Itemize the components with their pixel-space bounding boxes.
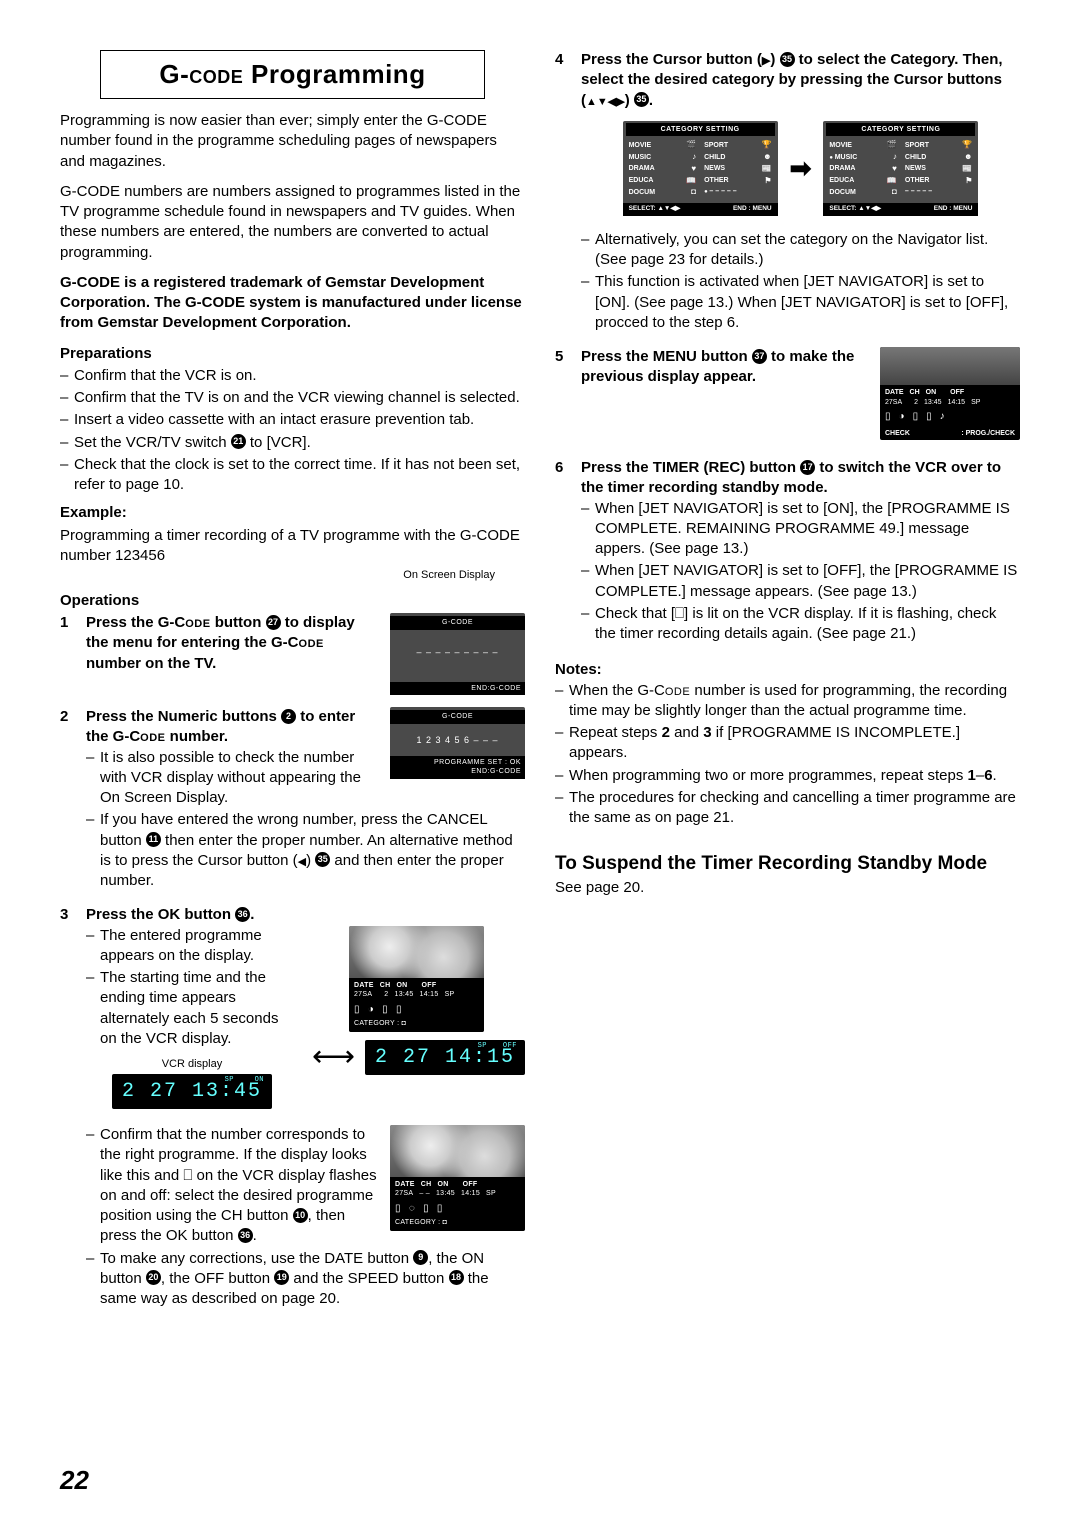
ref-10-icon: 10 (293, 1208, 308, 1223)
category-setting-osd-2: CATEGORY SETTING MOVIE🎬 MUSIC♪ DRAMA♥ ED… (823, 121, 978, 216)
ref-18-icon: 18 (449, 1270, 464, 1285)
check-osd: DATECHONOFF 27SA213:4514:15SP ▯◑▯▯♪ CHEC… (880, 347, 1020, 440)
step-6: 6 Press the TIMER (REC) button 17 to swi… (555, 458, 1020, 646)
list-item: Confirm that the VCR is on. (74, 366, 525, 386)
list-item: It is also possible to check the number … (100, 748, 380, 809)
music-icon: ♪ (692, 152, 696, 163)
list-item: When programming two or more programmes,… (569, 766, 1020, 786)
list-item: The starting time and the ending time ap… (100, 968, 298, 1049)
arrow-icon: ⟷ (308, 1042, 359, 1072)
osd-gcode-empty: G-CODE – – – – – – – – – END:G-CODE (390, 613, 525, 695)
list-item: If you have entered the wrong number, pr… (100, 810, 525, 891)
ref-17-icon: 17 (800, 460, 815, 475)
ref-35-icon: 35 (315, 852, 330, 867)
ref-21-icon: 21 (231, 434, 246, 449)
preparations-heading: Preparations (60, 344, 525, 364)
movie-icon: 🎬 (686, 140, 696, 151)
list-item: To make any corrections, use the DATE bu… (100, 1249, 525, 1310)
step-2-lead: Press the Numeric buttons 2 to enter the… (86, 707, 380, 748)
ref-37-icon: 37 (752, 349, 767, 364)
vcr-display-label: VCR display (86, 1057, 298, 1072)
list-item: Check that the clock is set to the corre… (74, 455, 525, 496)
doc-icon: ▯ (437, 1202, 443, 1216)
ref-2-icon: 2 (281, 709, 296, 724)
step-3-lead: Press the OK button 36. (86, 905, 525, 925)
notes-list: When the G-Code number is used for progr… (555, 681, 1020, 829)
intro-paragraph-2: G-CODE numbers are numbers assigned to p… (60, 182, 525, 263)
ref-36-icon: 36 (235, 907, 250, 922)
ref-35c-icon: 35 (634, 92, 649, 107)
step-4-lead: Press the Cursor button (▶) 35 to select… (581, 50, 1020, 111)
example-text: Programming a timer recording of a TV pr… (60, 526, 525, 567)
step-1: 1 Press the G-Code button 27 to display … (60, 613, 525, 695)
docum-icon: ◘ (691, 187, 696, 198)
other-icon: ⚑ (764, 176, 771, 187)
operations-heading: Operations (60, 591, 525, 611)
example-heading: Example: (60, 503, 525, 523)
osd-caption: On Screen Display (60, 568, 525, 583)
suspend-text: See page 20. (555, 878, 1020, 898)
ref-27-icon: 27 (266, 615, 281, 630)
photo-osd-2: DATECHONOFF 27SA– –13:4514:15SP ▯◌▯▯ CAT… (390, 1125, 525, 1231)
ref-20-icon: 20 (146, 1270, 161, 1285)
suspend-heading: To Suspend the Timer Recording Standby M… (555, 852, 1020, 876)
ref-36b-icon: 36 (238, 1228, 253, 1243)
list-item: Repeat steps 2 and 3 if [PROGRAMME IS IN… (569, 723, 1020, 764)
list-item: Alternatively, you can set the category … (595, 230, 1020, 271)
step-4: 4 Press the Cursor button (▶) 35 to sele… (555, 50, 1020, 335)
list-item: Set the VCR/TV switch 21 to [VCR]. (74, 433, 525, 453)
step-3: 3 Press the OK button 36. The entered pr… (60, 905, 525, 1311)
step-6-lead: Press the TIMER (REC) button 17 to switc… (581, 458, 1020, 499)
list-item: The entered programme appears on the dis… (100, 926, 298, 967)
list-item: When [JET NAVIGATOR] is set to [OFF], th… (595, 561, 1020, 602)
ref-35b-icon: 35 (780, 52, 795, 67)
photo-osd-1: DATECHONOFF 27SA213:4514:15SP ▯◑▯▯ CATEG… (349, 926, 484, 1032)
child-icon: ☻ (763, 152, 771, 163)
osd-gcode-entered: G-CODE 1 2 3 4 5 6 – – – PROGRAMME SET :… (390, 707, 525, 778)
doc-icon: ▯ (395, 1202, 401, 1216)
list-item: Insert a video cassette with an intact e… (74, 410, 525, 430)
vcr-display-off: SP OFF 2 27 14:15 (365, 1040, 525, 1075)
vcr-display-on: SP ON 2 27 13:45 (112, 1074, 272, 1109)
educa-icon: 📖 (686, 176, 696, 187)
drama-icon: ♥ (691, 164, 696, 175)
step-5: 5 Press the MENU button 37 to make the p… (555, 347, 1020, 440)
step-2: 2 Press the Numeric buttons 2 to enter t… (60, 707, 525, 893)
category-setting-osd-1: CATEGORY SETTING MOVIE🎬 MUSIC♪ DRAMA♥ ED… (623, 121, 778, 216)
step-1-lead: Press the G-Code button 27 to display th… (86, 613, 380, 674)
list-item: When the G-Code number is used for progr… (569, 681, 1020, 722)
doc-icon: ▯ (396, 1003, 402, 1017)
ref-19-icon: 19 (274, 1270, 289, 1285)
list-item: Confirm that the TV is on and the VCR vi… (74, 388, 525, 408)
doc-icon: ▯ (354, 1003, 360, 1017)
intro-paragraph-1: Programming is now easier than ever; sim… (60, 111, 525, 172)
list-item: Confirm that the number corresponds to t… (100, 1125, 380, 1247)
preparations-list: Confirm that the VCR is on. Confirm that… (60, 366, 525, 496)
sport-icon: 🏆 (762, 140, 772, 151)
step-5-lead: Press the MENU button 37 to make the pre… (581, 347, 862, 388)
trademark-notice: G-CODE is a registered trademark of Gems… (60, 273, 525, 334)
page-title: G-code Programming (100, 50, 485, 99)
list-item: The procedures for checking and cancelli… (569, 788, 1020, 829)
doc-icon: ▯ (382, 1003, 388, 1017)
list-item: When [JET NAVIGATOR] is set to [ON], the… (595, 499, 1020, 560)
page-number: 22 (60, 1463, 89, 1498)
arrow-right-icon: ➡ (790, 151, 812, 186)
list-item: Check that [⎕] is lit on the VCR display… (595, 604, 1020, 645)
notes-heading: Notes: (555, 660, 1020, 680)
doc-icon: ▯ (423, 1202, 429, 1216)
flash-icon: ◌ (409, 1202, 415, 1216)
list-item: This function is activated when [JET NAV… (595, 272, 1020, 333)
doc-icon: ◑ (368, 1003, 374, 1017)
news-icon: 📰 (762, 164, 772, 175)
ref-9-icon: 9 (413, 1250, 428, 1265)
ref-11-icon: 11 (146, 832, 161, 847)
